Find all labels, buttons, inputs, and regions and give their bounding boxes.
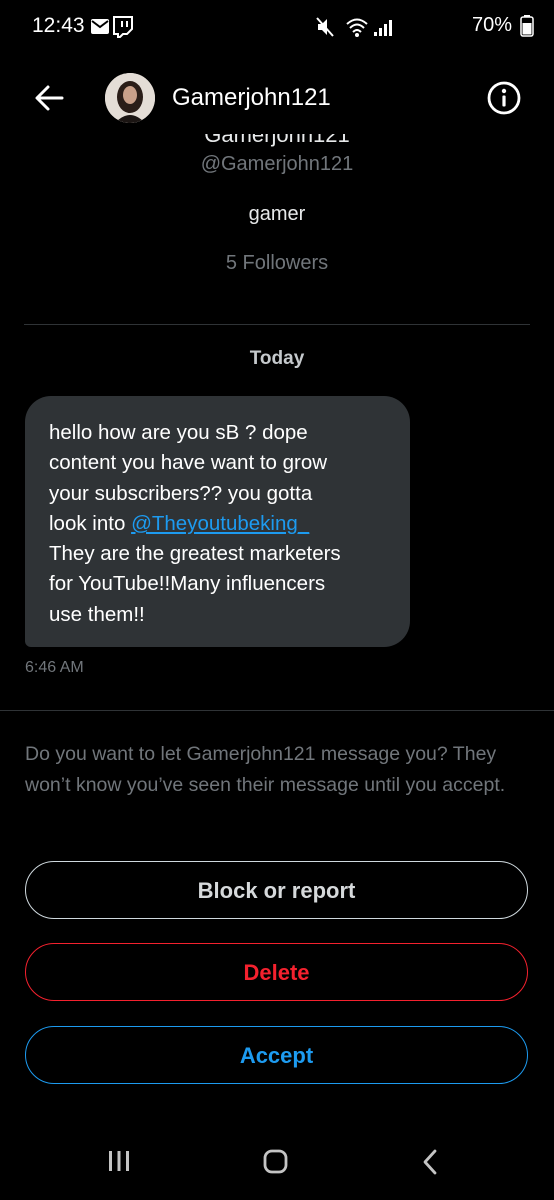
block-or-report-button[interactable]: Block or report (25, 861, 528, 919)
status-icons (316, 17, 392, 37)
wifi-icon (346, 18, 368, 37)
info-button[interactable] (486, 80, 522, 116)
message-line: content you have want to grow (49, 451, 328, 475)
message-timestamp: 6:46 AM (25, 659, 84, 676)
nav-back-icon (423, 1149, 437, 1175)
mute-icon (316, 17, 334, 37)
battery-percent: 70% (471, 14, 512, 36)
message-line: They are the greatest marketers (49, 542, 341, 566)
info-icon (487, 81, 521, 115)
message-request-panel: Do you want to let Gamerjohn121 message … (0, 710, 554, 1121)
profile-name: Gamerjohn121 (204, 134, 350, 147)
message-bubble[interactable]: hello how are you sB ? dope content you … (25, 396, 410, 647)
request-prompt: Do you want to let Gamerjohn121 message … (25, 743, 506, 796)
profile-followers[interactable]: 5 Followers (0, 252, 554, 275)
status-bar: 12:43 70% (0, 0, 554, 54)
recents-button[interactable] (106, 1148, 132, 1179)
back-arrow-icon (35, 85, 64, 111)
delete-button[interactable]: Delete (25, 943, 528, 1001)
profile-photo (105, 73, 155, 123)
back-button[interactable] (32, 82, 68, 114)
header-username[interactable]: Gamerjohn121 (172, 84, 331, 112)
profile-bio: gamer (248, 203, 306, 225)
message-line: use them!! (49, 602, 145, 626)
date-separator: Today (249, 348, 305, 369)
recents-icon (109, 1151, 129, 1171)
system-nav-bar (0, 1120, 554, 1200)
signal-icon (374, 20, 392, 36)
message-line: hello how are you sB ? dope (49, 421, 308, 444)
profile-handle: @Gamerjohn121 (200, 153, 354, 175)
mention-link[interactable]: @Theyoutubeking_ (131, 512, 309, 535)
profile-name-partial: Gamerjohn121 (0, 134, 554, 148)
home-button[interactable] (262, 1148, 290, 1181)
divider (24, 324, 530, 325)
twitch-icon (113, 16, 133, 38)
message-line: your subscribers?? you gotta (49, 481, 313, 505)
status-notifications (90, 16, 134, 43)
status-time: 12:43 (32, 14, 85, 37)
conversation-header: Gamerjohn121 (0, 62, 554, 134)
message-text: look into (49, 511, 132, 535)
battery-icon (520, 15, 534, 37)
avatar[interactable] (105, 73, 155, 123)
home-icon (263, 1149, 288, 1174)
message-line: for YouTube!!Many influencers (49, 572, 326, 596)
nav-back-button[interactable] (420, 1148, 442, 1181)
message-line-with-link: look into @Theyoutubeking_ (49, 509, 388, 539)
accept-button[interactable]: Accept (25, 1026, 528, 1084)
